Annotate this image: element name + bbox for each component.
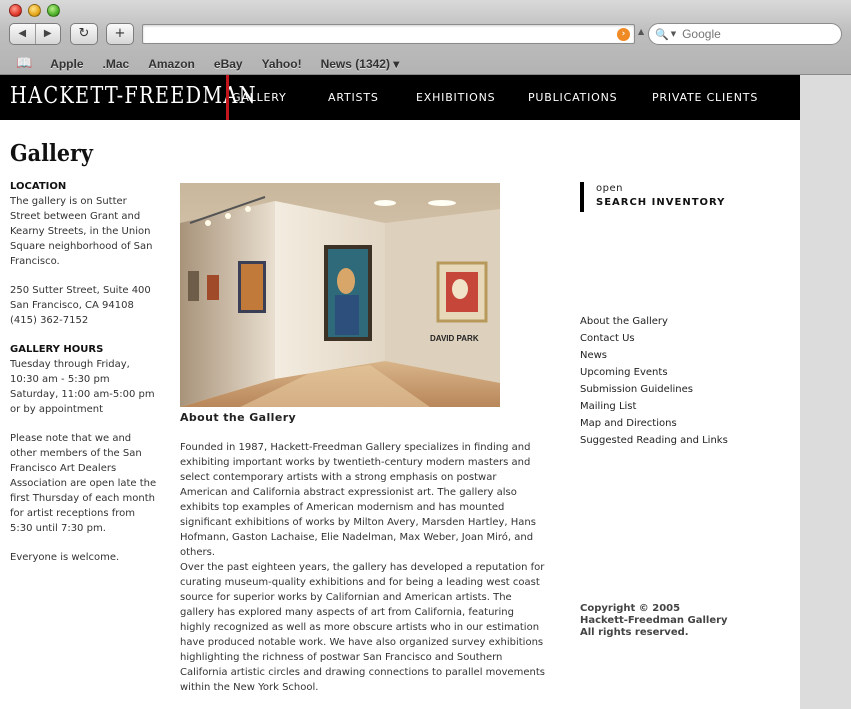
bookmark-mac[interactable]: .Mac (103, 57, 130, 71)
link-map-directions[interactable]: Map and Directions (580, 415, 728, 432)
nav-private-clients[interactable]: PRIVATE CLIENTS (652, 75, 758, 120)
header-divider (226, 75, 229, 120)
reload-button[interactable]: ↻ (70, 23, 98, 45)
gallery-info-column: LOCATION The gallery is on Sutter Street… (10, 179, 160, 579)
link-mailing-list[interactable]: Mailing List (580, 398, 728, 415)
hours-heading: GALLERY HOURS (10, 344, 104, 355)
zoom-window-button[interactable] (47, 4, 60, 17)
close-window-button[interactable] (9, 4, 22, 17)
gallery-photo-illustration: DAVID PARK (180, 183, 500, 407)
address-bar[interactable]: › (142, 24, 635, 44)
welcome-text: Everyone is welcome. (10, 552, 120, 563)
hours-line-2: 10:30 am - 5:30 pm (10, 374, 110, 385)
link-about-gallery[interactable]: About the Gallery (580, 313, 728, 330)
about-paragraph-2: Over the past eighteen years, the galler… (180, 562, 545, 693)
about-paragraph-1: Founded in 1987, Hackett-Freedman Galler… (180, 442, 536, 558)
copyright-line-1: Copyright © 2005 (580, 603, 681, 614)
back-forward-group: ◀ ▶ (9, 23, 61, 45)
bookmark-amazon[interactable]: Amazon (148, 57, 195, 71)
wall-artist-name: DAVID PARK (430, 334, 479, 343)
copyright-line-3: All rights reserved. (580, 627, 689, 638)
phone-number: (415) 362-7152 (10, 315, 89, 326)
location-text: The gallery is on Sutter Street between … (10, 196, 153, 267)
search-field[interactable]: 🔍 ▼ (648, 23, 842, 45)
reload-icon: ↻ (78, 26, 90, 41)
address-line-1: 250 Sutter Street, Suite 400 (10, 285, 151, 296)
browser-toolbar: ◀ ▶ ↻ + › ▲ 🔍 ▼ 📖 Apple .Mac Amazon eBay… (0, 0, 851, 75)
search-inventory-link[interactable]: open SEARCH INVENTORY (580, 182, 725, 212)
about-heading: About the Gallery (180, 411, 297, 424)
hours-line-1: Tuesday through Friday, (10, 359, 130, 370)
location-heading: LOCATION (10, 181, 67, 192)
nav-artists[interactable]: ARTISTS (328, 75, 379, 120)
link-news[interactable]: News (580, 347, 728, 364)
copyright-line-2: Hackett-Freedman Gallery (580, 615, 728, 626)
link-upcoming-events[interactable]: Upcoming Events (580, 364, 728, 381)
link-submission-guidelines[interactable]: Submission Guidelines (580, 381, 728, 398)
link-contact-us[interactable]: Contact Us (580, 330, 728, 347)
search-input[interactable] (682, 27, 823, 41)
window-background (800, 75, 851, 709)
rss-icon[interactable]: › (617, 28, 630, 41)
search-inventory-label: SEARCH INVENTORY (596, 197, 726, 208)
bookmarks-bar: 📖 Apple .Mac Amazon eBay Yahoo! News (13… (0, 53, 851, 74)
nav-exhibitions[interactable]: EXHIBITIONS (416, 75, 495, 120)
window-controls (9, 4, 60, 17)
plus-icon: + (114, 26, 126, 41)
search-icon: 🔍 (655, 27, 669, 41)
address-line-2: San Francisco, CA 94108 (10, 300, 134, 311)
copyright: Copyright © 2005 Hackett-Freedman Galler… (580, 603, 760, 639)
gallery-links: About the Gallery Contact Us News Upcomi… (580, 313, 728, 449)
bookmark-yahoo[interactable]: Yahoo! (262, 57, 302, 71)
late-hours-note: Please note that we and other members of… (10, 433, 157, 534)
bookmark-ebay[interactable]: eBay (214, 57, 243, 71)
bookmark-apple[interactable]: Apple (50, 57, 83, 71)
back-button[interactable]: ◀ (10, 24, 36, 44)
minimize-window-button[interactable] (28, 4, 41, 17)
hours-line-3: Saturday, 11:00 am-5:00 pm (10, 389, 155, 400)
nav-publications[interactable]: PUBLICATIONS (528, 75, 617, 120)
search-inventory-open: open (596, 183, 623, 194)
address-dropdown-icon[interactable]: ▲ (638, 27, 644, 36)
bookmarks-book-icon[interactable]: 📖 (16, 56, 32, 71)
add-bookmark-button[interactable]: + (106, 23, 134, 45)
hours-line-4: or by appointment (10, 404, 103, 415)
link-suggested-reading[interactable]: Suggested Reading and Links (580, 432, 728, 449)
nav-gallery[interactable]: GALLERY (232, 75, 287, 120)
site-header: HACKETT-FREEDMAN GALLERY ARTISTS EXHIBIT… (0, 75, 800, 120)
bookmark-news[interactable]: News (1342) ▾ (321, 57, 400, 71)
site-logo[interactable]: HACKETT-FREEDMAN (10, 83, 257, 109)
gallery-interior-photo: DAVID PARK (180, 183, 500, 407)
page-title: Gallery (10, 140, 93, 167)
forward-button[interactable]: ▶ (36, 24, 61, 44)
chevron-down-icon[interactable]: ▼ (671, 30, 676, 38)
